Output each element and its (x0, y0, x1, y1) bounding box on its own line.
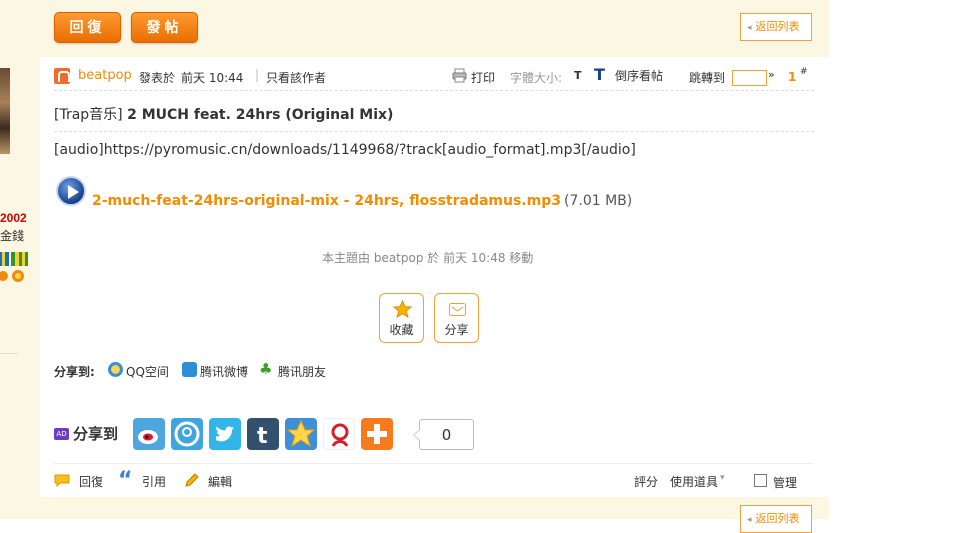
posted-at-label: 發表於 (139, 71, 176, 85)
jump-to-label: 跳轉到 (689, 71, 726, 85)
pencil-icon[interactable] (184, 472, 200, 488)
top-toolbar: 回復 發帖 ◂ 返回列表 (40, 0, 829, 57)
svg-text:t: t (257, 424, 268, 449)
envelope-icon (449, 303, 466, 316)
post-header: beatpop 發表於 前天 10:44 | 只看該作者 打印 字體大小: T … (54, 65, 814, 91)
tumblr-icon[interactable]: t (247, 418, 279, 450)
author-link[interactable]: beatpop (78, 68, 132, 83)
reply-icon[interactable] (54, 473, 70, 487)
pengyou-icon[interactable]: ♣ (259, 360, 272, 378)
audio-bbcode: [audio]https://pyromusic.cn/downloads/11… (54, 142, 636, 158)
use-tool-dropdown[interactable]: 使用道具 (670, 473, 718, 490)
footer-edit[interactable]: 編輯 (208, 473, 232, 490)
header-separator: | (255, 68, 260, 82)
back-to-list-button-bottom[interactable]: ◂ 返回列表 (740, 505, 812, 533)
font-large-button[interactable]: T (594, 65, 605, 84)
share-to-label: 分享到: (54, 365, 95, 379)
only-author-link[interactable]: 只看該作者 (266, 69, 326, 86)
reply-button[interactable]: 回復 (54, 12, 121, 43)
thread-main: 回復 發帖 ◂ 返回列表 beatpop 發表於 前天 10:44 | 只看該作者… (40, 0, 829, 533)
star-icon (393, 300, 412, 319)
attachment-size: (7.01 MB) (564, 193, 633, 209)
qzone-icon[interactable] (108, 362, 123, 377)
chevron-left-icon: ◂ (747, 515, 752, 525)
sidebar-divider (0, 353, 18, 354)
favorite-button[interactable]: 收藏 (379, 293, 424, 343)
level-label: 金錢 (0, 229, 25, 243)
reverse-order-link[interactable]: 倒序看帖 (615, 67, 663, 84)
sina-weibo-icon[interactable] (133, 418, 165, 450)
manage-label: 管理 (773, 476, 798, 490)
ad-badge: AD (54, 428, 69, 440)
bottom-toolbar: ◂ 返回列表 (40, 497, 829, 533)
favorite-label: 收藏 (389, 323, 414, 337)
print-link[interactable]: 打印 (471, 69, 495, 86)
share-tencent-weibo[interactable]: 腾讯微博 (200, 363, 248, 380)
share-label: 分享 (444, 323, 469, 337)
quote-icon[interactable]: “ (118, 468, 132, 493)
new-post-button[interactable]: 發帖 (131, 12, 198, 43)
jump-floor-input[interactable] (732, 70, 767, 86)
share-count: 0 (413, 419, 474, 450)
twitter-icon[interactable] (209, 418, 241, 450)
post-footer: 回復 “ 引用 編輯 評分 使用道具 ▾ 管理 (54, 463, 814, 493)
footer-quote[interactable]: 引用 (142, 473, 166, 490)
moved-note: 本主題由 beatpop 於 前天 10:48 移動 (322, 251, 534, 265)
post-title: [Trap音乐] 2 MUCH feat. 24hrs (Original Mi… (54, 98, 814, 132)
post-title-text: 2 MUCH feat. 24hrs (Original Mix) (127, 107, 394, 123)
font-small-button[interactable]: T (574, 69, 582, 82)
rate-link[interactable]: 評分 (634, 473, 658, 490)
floor-mark: # (800, 67, 808, 77)
tencent-weibo-icon[interactable] (182, 362, 197, 377)
medal-icons (0, 252, 28, 282)
tencent-weibo-share-icon[interactable] (171, 418, 203, 450)
share-pengyou[interactable]: 腾讯朋友 (278, 363, 326, 380)
font-size-label: 字體大小: (510, 71, 563, 85)
back-to-list-label: 返回列表 (755, 20, 800, 33)
manage-checkbox[interactable] (754, 474, 767, 487)
share-qzone[interactable]: QQ空间 (126, 363, 169, 380)
print-icon[interactable] (452, 68, 467, 83)
attachment-link[interactable]: 2-much-feat-24hrs-original-mix - 24hrs, … (92, 193, 561, 209)
jump-go-button[interactable]: » (768, 68, 775, 81)
share-button[interactable]: 分享 (434, 293, 479, 343)
play-icon[interactable] (56, 176, 86, 206)
qzone-share-icon[interactable] (285, 418, 317, 450)
floor-number[interactable]: 1 (788, 70, 796, 84)
post-category: [Trap音乐] (54, 107, 123, 123)
renren-icon[interactable] (323, 418, 355, 450)
register-year: 2002 (0, 211, 27, 225)
plus-icon[interactable] (361, 418, 393, 450)
user-icon (54, 68, 70, 84)
avatar[interactable] (0, 68, 10, 154)
back-to-list-button[interactable]: ◂ 返回列表 (740, 13, 812, 41)
chevron-down-icon: ▾ (720, 473, 725, 483)
chevron-left-icon: ◂ (747, 23, 752, 33)
footer-reply[interactable]: 回復 (79, 473, 103, 490)
share-bar-label: 分享到 (73, 425, 119, 443)
author-sidebar: 2002 金錢 (0, 0, 40, 519)
posted-time: 前天 10:44 (181, 71, 244, 85)
